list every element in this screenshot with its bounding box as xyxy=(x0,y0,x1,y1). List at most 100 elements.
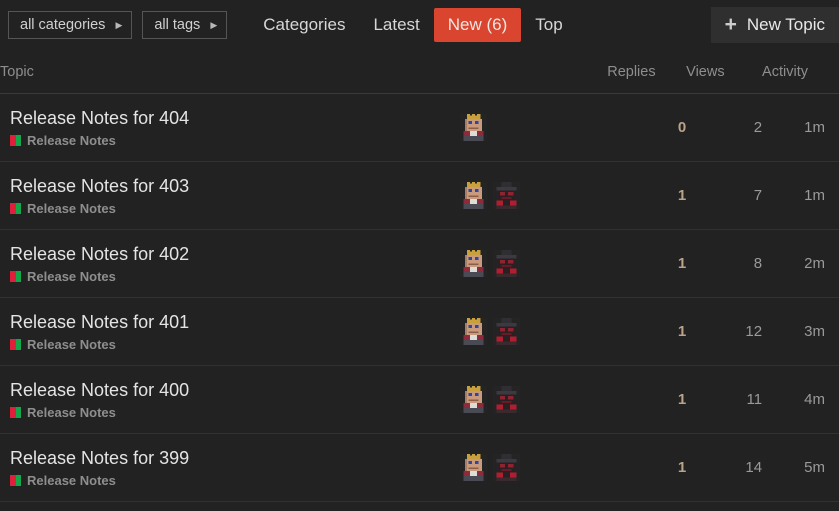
table-row[interactable]: Release Notes for 404 Release Notes 0 2 1m xyxy=(0,93,839,162)
replies-cell[interactable]: 1 xyxy=(607,433,687,502)
poster-avatars xyxy=(460,182,607,209)
table-row[interactable]: Release Notes for 401 Release Notes 1 12 3m xyxy=(0,297,839,366)
topic-title[interactable]: Release Notes for 399 xyxy=(10,447,189,470)
posters-cell xyxy=(460,365,608,434)
views-cell[interactable]: 8 xyxy=(686,229,763,298)
column-header-topic[interactable]: Topic xyxy=(0,50,461,94)
category-label: Release Notes xyxy=(27,269,116,285)
views-cell[interactable]: 12 xyxy=(686,297,763,366)
table-row[interactable]: Release Notes for 403 Release Notes 1 7 1m xyxy=(0,161,839,230)
topic-cell: Release Notes for 400 Release Notes xyxy=(0,365,461,434)
category-link[interactable]: Release Notes xyxy=(10,405,116,420)
topic-cell: Release Notes for 403 Release Notes xyxy=(0,161,461,230)
chevron-right-icon: ▶ xyxy=(115,19,123,30)
category-link[interactable]: Release Notes xyxy=(10,201,116,216)
navigation-bar: all categories ▶ all tags ▶ Categories L… xyxy=(0,0,839,50)
topic-main: Release Notes for 400 Release Notes xyxy=(0,379,460,420)
category-label: Release Notes xyxy=(27,201,116,217)
new-topic-label: New Topic xyxy=(746,15,825,34)
replies-cell[interactable]: 1 xyxy=(607,365,687,434)
activity-cell[interactable]: 2m xyxy=(762,229,839,298)
category-filter-dropdown[interactable]: all categories ▶ xyxy=(8,11,133,39)
crown-avatar[interactable] xyxy=(460,250,488,277)
hat-avatar[interactable] xyxy=(493,318,521,345)
category-link[interactable]: Release Notes xyxy=(10,473,116,488)
activity-value: 1m xyxy=(804,119,825,136)
crown-avatar[interactable] xyxy=(460,114,488,141)
table-body: Release Notes for 404 Release Notes 0 2 1m Re… xyxy=(0,93,839,502)
hat-avatar[interactable] xyxy=(493,386,521,413)
replies-cell[interactable]: 0 xyxy=(607,93,687,162)
activity-value: 4m xyxy=(804,391,825,408)
replies-value: 1 xyxy=(677,187,687,204)
topic-title[interactable]: Release Notes for 400 xyxy=(10,379,189,402)
activity-value: 3m xyxy=(804,323,825,340)
replies-value: 1 xyxy=(677,391,687,408)
topic-title[interactable]: Release Notes for 401 xyxy=(10,311,189,334)
column-header-posters xyxy=(460,50,608,94)
views-value: 12 xyxy=(745,323,763,340)
replies-cell[interactable]: 1 xyxy=(607,161,687,230)
crown-avatar[interactable] xyxy=(460,318,488,345)
plus-icon: + xyxy=(724,12,737,36)
views-value: 14 xyxy=(745,459,763,476)
chevron-right-icon: ▶ xyxy=(210,19,218,30)
topic-list-table: Topic Replies Views Activity Release Not… xyxy=(0,50,839,502)
category-filter-label: all categories xyxy=(20,17,106,33)
crown-avatar[interactable] xyxy=(460,182,488,209)
table-header-row: Topic Replies Views Activity xyxy=(0,50,839,94)
table-row[interactable]: Release Notes for 400 Release Notes 1 11 4m xyxy=(0,365,839,434)
tab-new[interactable]: New (6) xyxy=(433,7,522,43)
column-header-replies[interactable]: Replies xyxy=(607,50,687,94)
poster-avatars xyxy=(460,318,607,345)
column-header-views[interactable]: Views xyxy=(686,50,763,94)
activity-cell[interactable]: 1m xyxy=(762,93,839,162)
posters-cell xyxy=(460,297,608,366)
topic-main: Release Notes for 399 Release Notes xyxy=(0,447,460,488)
hat-avatar[interactable] xyxy=(493,250,521,277)
views-cell[interactable]: 7 xyxy=(686,161,763,230)
table-row[interactable]: Release Notes for 402 Release Notes 1 8 2m xyxy=(0,229,839,298)
tag-filter-dropdown[interactable]: all tags ▶ xyxy=(142,11,228,39)
activity-cell[interactable]: 3m xyxy=(762,297,839,366)
topic-title[interactable]: Release Notes for 403 xyxy=(10,175,189,198)
replies-value: 0 xyxy=(677,119,687,136)
table-header: Topic Replies Views Activity xyxy=(0,50,839,94)
posters-cell xyxy=(460,161,608,230)
topic-cell: Release Notes for 402 Release Notes xyxy=(0,229,461,298)
topic-title[interactable]: Release Notes for 402 xyxy=(10,243,189,266)
hat-avatar[interactable] xyxy=(493,182,521,209)
table-row[interactable]: Release Notes for 399 Release Notes 1 14 5m xyxy=(0,433,839,502)
category-link[interactable]: Release Notes xyxy=(10,269,116,284)
activity-cell[interactable]: 1m xyxy=(762,161,839,230)
replies-value: 1 xyxy=(677,459,687,476)
posters-cell xyxy=(460,93,608,162)
poster-avatars xyxy=(460,114,607,141)
category-link[interactable]: Release Notes xyxy=(10,337,116,352)
category-label: Release Notes xyxy=(27,133,116,149)
tab-latest[interactable]: Latest xyxy=(359,8,433,42)
crown-avatar[interactable] xyxy=(460,386,488,413)
activity-value: 2m xyxy=(804,255,825,272)
category-label: Release Notes xyxy=(27,337,116,353)
activity-cell[interactable]: 4m xyxy=(762,365,839,434)
hat-avatar[interactable] xyxy=(493,454,521,481)
views-cell[interactable]: 14 xyxy=(686,433,763,502)
tab-categories[interactable]: Categories xyxy=(249,8,359,42)
topic-main: Release Notes for 404 Release Notes xyxy=(0,107,460,148)
activity-cell[interactable]: 5m xyxy=(762,433,839,502)
column-header-activity[interactable]: Activity xyxy=(762,50,839,94)
poster-avatars xyxy=(460,386,607,413)
topic-cell: Release Notes for 404 Release Notes xyxy=(0,93,461,162)
category-color-badge-icon xyxy=(10,271,21,283)
tab-top[interactable]: Top xyxy=(521,8,576,42)
poster-avatars xyxy=(460,250,607,277)
topic-title[interactable]: Release Notes for 404 xyxy=(10,107,189,130)
replies-cell[interactable]: 1 xyxy=(607,229,687,298)
views-cell[interactable]: 11 xyxy=(686,365,763,434)
crown-avatar[interactable] xyxy=(460,454,488,481)
new-topic-button[interactable]: + New Topic xyxy=(710,7,839,43)
category-link[interactable]: Release Notes xyxy=(10,133,116,148)
replies-cell[interactable]: 1 xyxy=(607,297,687,366)
views-cell[interactable]: 2 xyxy=(686,93,763,162)
